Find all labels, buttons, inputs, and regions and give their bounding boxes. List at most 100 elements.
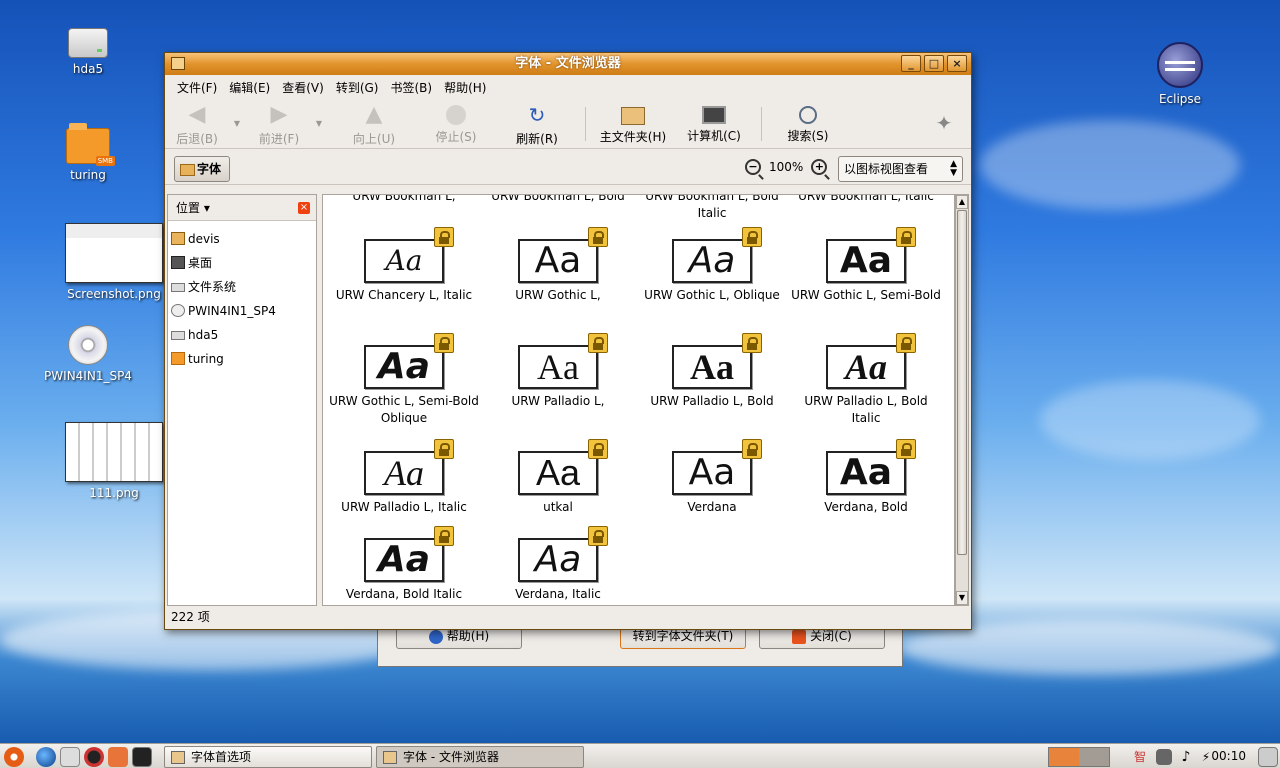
search-button[interactable]: 搜索(S) [777,101,839,144]
sidebar-item-desktop[interactable]: 桌面 [168,251,316,275]
font-item[interactable]: Aa URW Palladio L, Italic [329,439,479,516]
sidebar-item-pwin4in1[interactable]: PWIN4IN1_SP4 [168,299,316,323]
window-close-button[interactable]: × [947,55,967,72]
menu-bookmarks[interactable]: 书签(B) [384,79,438,96]
scroll-thumb[interactable] [957,210,967,555]
back-history-dropdown[interactable]: ▼ [231,119,243,128]
menu-help[interactable]: 帮助(H) [438,79,492,96]
terminal-icon[interactable] [132,747,152,767]
window-menu-icon[interactable] [171,57,185,70]
font-name-label: Verdana, Bold Italic [345,587,463,601]
forward-history-dropdown[interactable]: ▼ [313,119,325,128]
volume-icon[interactable]: ♪ [1176,747,1196,767]
font-preview-icon: Aa [826,439,916,495]
mail-icon[interactable] [60,747,80,767]
clock[interactable]: 00:10 [1211,749,1246,763]
lock-icon [434,439,454,459]
up-arrow-icon: ▲ [365,102,383,127]
desktop-icon-label: PWIN4IN1_SP4 [44,369,132,383]
computer-button[interactable]: 计算机(C) [679,101,749,144]
show-desktop-icon[interactable] [1258,747,1278,767]
sidebar-item-devis[interactable]: devis [168,227,316,251]
font-name-label: URW Palladio L, Bold Italic [804,394,928,425]
minimize-button[interactable]: _ [901,55,921,72]
list-item[interactable]: URW Bookman L, Bold Italic [637,195,787,222]
scroll-up-button[interactable]: ▲ [956,195,968,209]
stop-button[interactable]: 停止(S) [431,101,481,145]
font-glyph: Aa [377,539,431,580]
reload-button[interactable]: ↻ 刷新(R) [511,101,563,147]
ubuntu-menu-icon[interactable] [4,747,24,767]
view-mode-select[interactable]: 以图标视图查看 ▲ ▼ [838,156,963,182]
font-item[interactable]: Aa URW Chancery L, Italic [329,227,479,304]
list-item[interactable]: URW Bookman L, [329,195,479,205]
font-item[interactable]: Aa Verdana, Italic [483,526,633,603]
sidebar-close-icon[interactable]: × [298,202,310,214]
workspace-switcher[interactable] [1048,747,1110,767]
font-preview-icon: Aa [672,333,762,389]
font-item[interactable]: Aa URW Gothic L, [483,227,633,304]
font-item[interactable]: Aa Verdana, Bold [791,439,941,516]
drive-icon [171,331,185,340]
font-item[interactable]: Aa URW Palladio L, Bold [637,333,787,410]
cd-icon [68,325,108,365]
sidebar-header[interactable]: 位置 ▾ × [168,195,316,221]
input-method-icon[interactable]: 智 [1130,747,1150,767]
task-file-browser[interactable]: 字体 - 文件浏览器 [376,746,584,768]
font-item[interactable]: Aa URW Gothic L, Semi-Bold [791,227,941,304]
computer-icon [702,106,726,124]
desktop-icon-eclipse[interactable]: Eclipse [1130,42,1230,106]
font-item[interactable]: Aa URW Gothic L, Oblique [637,227,787,304]
desktop-icon-hda5[interactable]: hda5 [38,28,138,76]
font-glyph: Aa [839,240,893,281]
path-crumb-fonts[interactable]: 字体 [174,156,230,182]
menu-view[interactable]: 查看(V) [276,79,330,96]
sidebar-item-filesystem[interactable]: 文件系统 [168,275,316,299]
menu-go[interactable]: 转到(G) [330,79,385,96]
font-item[interactable]: Aa Verdana [637,439,787,516]
status-bar: 222 项 [171,610,210,624]
font-item[interactable]: Aa URW Palladio L, [483,333,633,410]
smb-badge: SMB [95,156,115,166]
list-item[interactable]: URW Bookman L, Bold [483,195,633,205]
font-preview-icon: Aa [826,333,916,389]
search-icon [799,106,817,124]
network-icon[interactable] [1156,749,1172,765]
maximize-button[interactable]: □ [924,55,944,72]
font-item[interactable]: Aa URW Gothic L, Semi-Bold Oblique [329,333,479,427]
desktop-icon-turing[interactable]: SMB turing [38,123,138,182]
forward-button[interactable]: ▶ 前进(F) [255,101,303,147]
desktop-icon-label: turing [70,168,106,182]
desktop-icon-pwin4in1[interactable]: PWIN4IN1_SP4 [38,325,138,383]
font-item[interactable]: Aa Verdana, Bold Italic [329,526,479,603]
font-item[interactable]: Aa URW Palladio L, Bold Italic [791,333,941,427]
menu-edit[interactable]: 编辑(E) [223,79,276,96]
back-button[interactable]: ◀ 后退(B) [173,101,221,147]
browser-icon[interactable] [36,747,56,767]
sidebar-item-hda5[interactable]: hda5 [168,323,316,347]
font-preview-icon: Aa [672,227,762,283]
desktop-icon-screenshot[interactable]: Screenshot.png [64,223,164,301]
desktop-icon-label: Eclipse [1158,92,1202,106]
scroll-down-button[interactable]: ▼ [956,591,968,605]
zoom-out-icon[interactable]: − [745,159,761,175]
title-bar[interactable]: 字体 - 文件浏览器 _ □ × [165,53,971,75]
desktop-icon-111png[interactable]: 111.png [64,422,164,500]
lock-icon [742,227,762,247]
font-glyph: Aa [534,539,582,580]
places-sidebar: 位置 ▾ × devis 桌面 文件系统 PWIN4IN1_SP4 hda5 t… [167,194,317,606]
up-button[interactable]: ▲ 向上(U) [349,101,399,147]
reload-icon: ↻ [528,103,546,127]
font-glyph: Aa [384,453,424,493]
font-item[interactable]: Aa utkal [483,439,633,516]
desktop-icon-label: 111.png [89,486,139,500]
chat-icon[interactable] [84,747,104,767]
app-launcher-icon[interactable] [108,747,128,767]
zoom-in-icon[interactable]: + [811,159,828,175]
sidebar-item-turing[interactable]: turing [168,347,316,371]
task-font-preferences[interactable]: 字体首选项 [164,746,372,768]
list-item[interactable]: URW Bookman L, Italic [791,195,941,205]
vertical-scrollbar[interactable]: ▲ ▼ [955,194,969,606]
home-folder-button[interactable]: 主文件夹(H) [593,101,673,145]
menu-file[interactable]: 文件(F) [171,79,223,96]
